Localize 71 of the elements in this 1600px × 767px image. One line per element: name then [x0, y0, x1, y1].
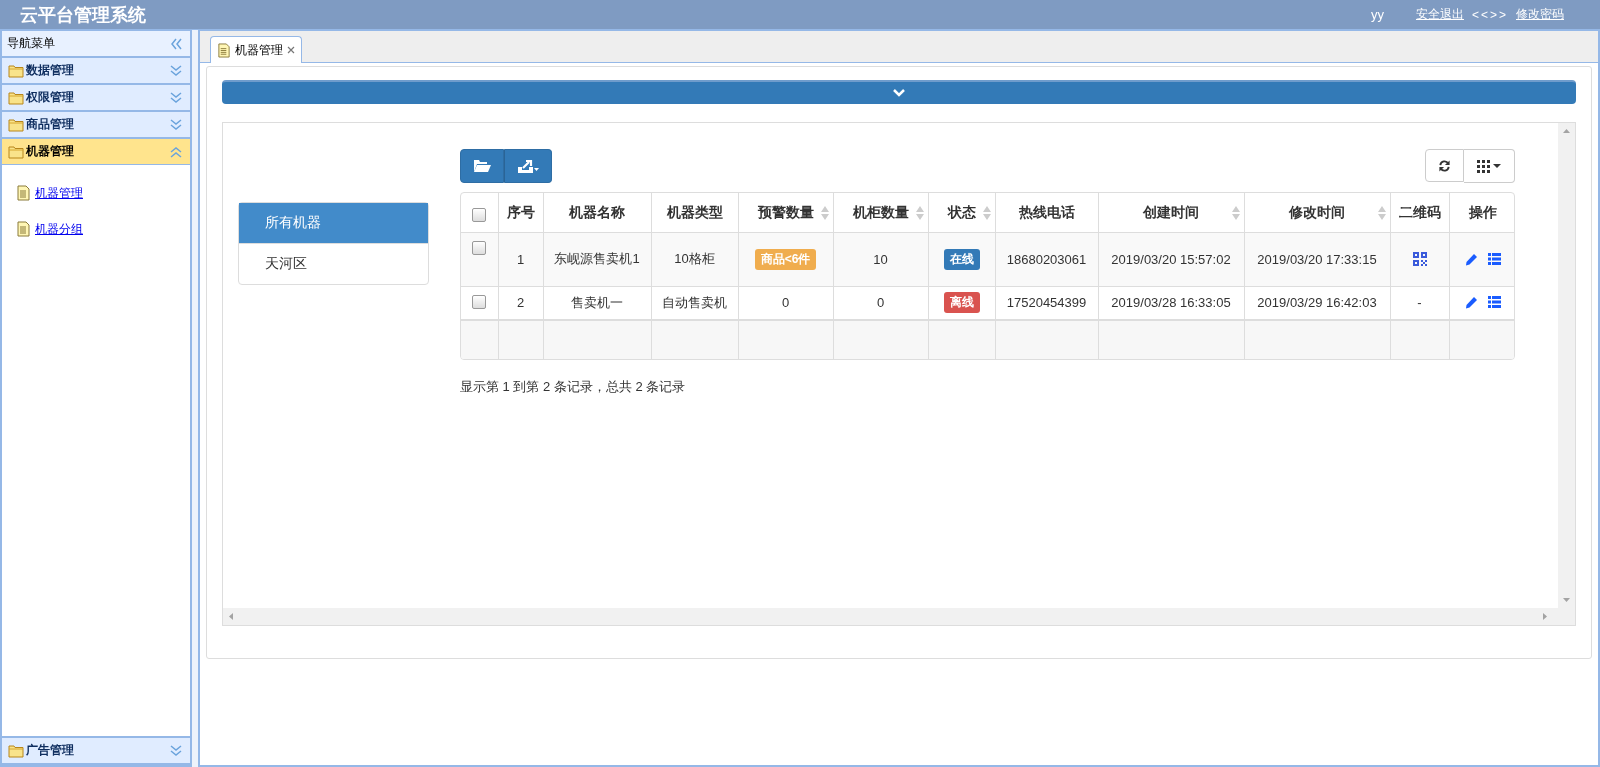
table-cell: 1	[498, 232, 543, 286]
scroll-down-icon[interactable]	[1563, 598, 1570, 602]
user-name: yy	[1370, 7, 1384, 22]
menu-link[interactable]: 机器管理	[35, 184, 83, 202]
open-folder-icon	[473, 159, 491, 173]
table-cell: 东岘源售卖机1	[543, 232, 651, 286]
sort-icon[interactable]	[915, 205, 924, 220]
document-icon	[16, 185, 31, 201]
chevron-down-icon	[168, 89, 184, 106]
chevron-down-icon	[168, 62, 184, 79]
accordion-header[interactable]: 数据管理	[2, 58, 190, 85]
table-cell: 18680203061	[995, 232, 1098, 286]
pencil-icon[interactable]	[1464, 252, 1478, 266]
accordion-header[interactable]: 权限管理	[2, 85, 190, 112]
folder-icon	[8, 89, 24, 106]
close-icon[interactable]	[287, 46, 295, 54]
column-header[interactable]: 操作	[1468, 203, 1497, 222]
caret-icon	[1493, 164, 1501, 168]
document-icon	[16, 221, 31, 237]
menu-link[interactable]: 机器分组	[35, 220, 83, 238]
open-button[interactable]	[460, 149, 504, 183]
refresh-icon	[1438, 158, 1451, 173]
chevron-down-icon	[168, 116, 184, 133]
group-item[interactable]: 所有机器	[239, 203, 428, 243]
sort-icon[interactable]	[1377, 205, 1386, 220]
list-icon[interactable]	[1487, 252, 1501, 265]
sidebar-title: 导航菜单	[7, 35, 55, 52]
status-badge: 商品<6件	[754, 248, 817, 270]
accordion-header[interactable]: 商品管理	[2, 112, 190, 139]
tab[interactable]: 机器管理	[210, 36, 302, 63]
pencil-icon[interactable]	[1464, 296, 1478, 310]
folder-icon	[8, 62, 24, 79]
collapse-bar[interactable]	[222, 80, 1576, 104]
group-item[interactable]: 天河区	[239, 243, 428, 284]
checkbox[interactable]	[472, 207, 487, 222]
checkbox[interactable]	[472, 294, 487, 309]
sort-icon[interactable]	[1231, 205, 1240, 220]
table-cell: 10	[833, 232, 928, 286]
document-icon	[217, 42, 231, 58]
sort-icon[interactable]	[820, 205, 829, 220]
export-icon	[517, 159, 539, 173]
list-icon[interactable]	[1487, 296, 1501, 309]
grid-icon	[1477, 159, 1490, 173]
separator-text: <<>>	[1471, 7, 1508, 22]
refresh-button[interactable]	[1425, 149, 1464, 182]
column-header[interactable]: 修改时间	[1289, 203, 1345, 222]
app-title: 云平台管理系统	[20, 3, 146, 27]
scroll-up-icon[interactable]	[1563, 129, 1570, 133]
column-header[interactable]: 创建时间	[1143, 203, 1199, 222]
chevron-down-icon	[168, 742, 184, 759]
pagination-info: 显示第 1 到第 2 条记录，总共 2 条记录	[460, 378, 687, 396]
status-badge: 在线	[943, 248, 980, 270]
chevron-down-icon	[893, 89, 905, 97]
scroll-left-icon[interactable]	[229, 613, 233, 620]
table-cell: 2019/03/20 17:33:15	[1244, 232, 1390, 286]
table-cell: 2019/03/20 15:57:02	[1098, 232, 1244, 286]
sort-icon[interactable]	[982, 205, 991, 220]
folder-icon	[8, 143, 24, 160]
folder-icon	[8, 116, 24, 133]
accordion-header[interactable]: 广告管理	[2, 738, 190, 765]
columns-button[interactable]	[1464, 149, 1515, 183]
accordion-header[interactable]: 机器管理	[2, 139, 190, 165]
qr-code-icon[interactable]	[1412, 252, 1427, 266]
scroll-right-icon[interactable]	[1543, 613, 1547, 620]
table-cell: 10格柜	[651, 232, 738, 286]
horizontal-scrollbar[interactable]	[223, 608, 1575, 625]
status-badge: 离线	[943, 292, 980, 314]
checkbox[interactable]	[472, 240, 487, 255]
vertical-scrollbar[interactable]	[1558, 123, 1575, 608]
export-button[interactable]	[504, 149, 552, 183]
folder-icon	[8, 742, 24, 759]
